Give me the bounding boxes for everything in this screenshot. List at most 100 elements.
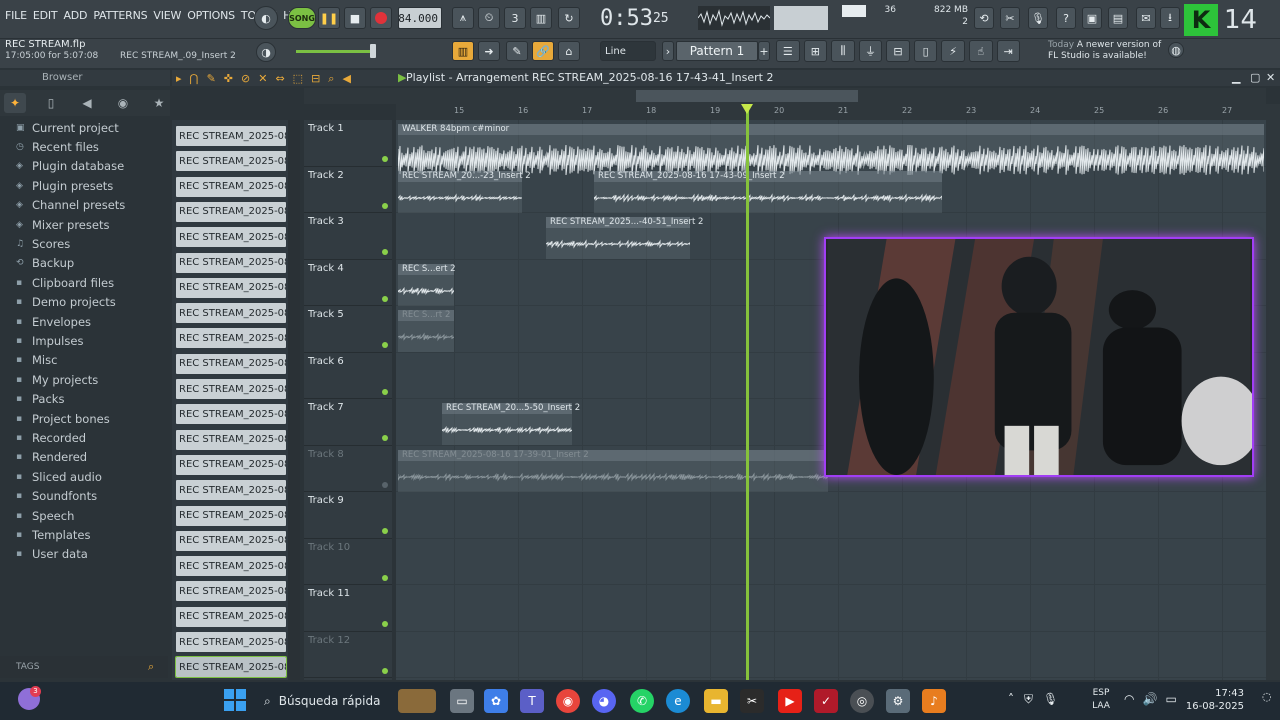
tree-app-icon[interactable] xyxy=(398,689,436,713)
track-header[interactable]: Track 9 xyxy=(304,492,392,539)
channel-clip-item[interactable]: REC STREAM_2025-08-16... xyxy=(176,353,286,374)
fl-studio-taskbar-icon[interactable]: ♪ xyxy=(922,689,946,713)
chat-button[interactable]: ✉ xyxy=(1136,7,1156,29)
channel-clip-item[interactable]: REC STREAM_2025-08-16... xyxy=(176,176,286,197)
track-name[interactable]: Track 3 xyxy=(308,216,344,227)
discord-icon[interactable]: ◕ xyxy=(592,689,616,713)
track-mute-led[interactable] xyxy=(382,249,388,255)
track-mute-led[interactable] xyxy=(382,202,388,209)
add-pattern-button[interactable]: + xyxy=(758,41,770,61)
channel-clip-item[interactable]: REC STREAM_2025-08-16... xyxy=(176,606,286,627)
music-app-icon[interactable]: ✓ xyxy=(814,689,838,713)
online-status-icon[interactable]: ◍ xyxy=(1168,42,1184,58)
browser-tab-plugins[interactable]: ◉ xyxy=(112,93,134,113)
channel-clip-item[interactable]: REC STREAM_2025-08-16... xyxy=(176,151,286,172)
master-volume-slider[interactable] xyxy=(296,50,376,53)
plugin-button[interactable]: ⚡ xyxy=(941,40,965,62)
download-button[interactable]: ⭳ xyxy=(1160,7,1180,29)
browser-tags[interactable]: TAGS xyxy=(0,656,168,678)
battery-icon[interactable]: ▭ xyxy=(1165,692,1176,710)
maximize-icon[interactable]: ▢ xyxy=(1250,70,1260,86)
volume-icon[interactable]: 🔊 xyxy=(1142,692,1157,710)
countdown-button[interactable]: 3 xyxy=(504,7,526,29)
track-mute-led[interactable] xyxy=(382,388,388,395)
track-mute-led[interactable] xyxy=(382,481,388,488)
mute-tool-icon[interactable]: ✕ xyxy=(258,72,267,86)
track-mute-led[interactable] xyxy=(382,435,388,441)
track-lane[interactable] xyxy=(396,539,1266,585)
browser-item-misc[interactable]: ▪ Misc xyxy=(0,351,168,370)
track-name[interactable]: Track 1 xyxy=(308,123,344,134)
youtube-icon[interactable]: ▶ xyxy=(778,689,802,713)
play-button[interactable]: ❚❚ xyxy=(318,7,340,29)
menu-item-view[interactable]: VIEW xyxy=(150,9,184,22)
stamp-button[interactable]: ⌂ xyxy=(558,41,580,61)
track-name[interactable]: Track 12 xyxy=(308,635,350,646)
browser-tab-audio[interactable]: ◀ xyxy=(76,93,98,113)
channel-clip-item[interactable]: REC STREAM_2025-08-16... xyxy=(176,429,286,450)
chrome-icon[interactable]: ◉ xyxy=(556,689,580,713)
channel-clip-item[interactable]: REC STREAM_2025-08-16... xyxy=(176,632,286,652)
track-mute-led[interactable] xyxy=(382,621,388,627)
browser-item-plugin-database[interactable]: ◈ Plugin database xyxy=(0,157,168,176)
pattern-song-toggle[interactable]: SONG xyxy=(288,7,316,29)
audio-clip[interactable]: REC S...rt 2 xyxy=(398,310,454,352)
snap-mode-select[interactable]: Line xyxy=(600,41,656,61)
track-name[interactable]: Track 10 xyxy=(308,542,350,553)
playlist-vertical-scrollbar[interactable] xyxy=(1266,104,1280,680)
channel-rack-button[interactable]: ⊞ xyxy=(803,40,828,62)
teams-icon[interactable]: T xyxy=(520,689,544,713)
channel-clip-item[interactable]: REC STREAM_2025-08-16... xyxy=(176,581,286,602)
browser-item-project-bones[interactable]: ▪ Project bones xyxy=(0,409,168,428)
record-button[interactable] xyxy=(370,7,392,29)
start-button[interactable] xyxy=(224,689,246,711)
channel-clip-item[interactable]: REC STREAM_2025-08-16... xyxy=(176,454,286,475)
slip-tool-icon[interactable]: ⇔ xyxy=(275,72,284,86)
browser-item-templates[interactable]: ▪ Templates xyxy=(0,525,168,544)
browser-item-current-project[interactable]: ▣ Current project xyxy=(0,118,168,137)
track-name[interactable]: Track 11 xyxy=(308,588,350,599)
channel-clip-item[interactable]: REC STREAM_2025-08-16... xyxy=(176,480,286,501)
tempo-display[interactable]: 84.000 xyxy=(398,7,442,29)
shield-icon[interactable]: ⛨ xyxy=(1024,692,1033,710)
settings-icon[interactable]: ⚙ xyxy=(886,689,910,713)
touch-button[interactable]: ☝ xyxy=(968,40,993,62)
track-lane[interactable] xyxy=(396,585,1266,632)
channel-clip-item[interactable]: REC STREAM_2025-08-16... xyxy=(176,379,286,399)
master-pitch-knob[interactable]: ◑ xyxy=(256,42,276,62)
channel-clip-item[interactable]: REC STREAM_2025-08-16... xyxy=(176,530,286,551)
paint-tool-icon[interactable]: ✜ xyxy=(224,72,233,86)
track-header[interactable]: Track 3 xyxy=(304,213,392,260)
save-button[interactable]: ▣ xyxy=(1082,7,1102,29)
wait-input-button[interactable]: ⏲ xyxy=(478,7,500,29)
track-header[interactable]: Track 12 xyxy=(304,632,392,678)
track-header[interactable]: Track 11 xyxy=(304,585,392,632)
audio-clip[interactable]: REC STREAM_2025-08-16 17-39-01_Insert 2 xyxy=(398,449,828,492)
mixer-button[interactable]: ▤ xyxy=(1108,7,1128,29)
playlist-button[interactable]: ▥ xyxy=(452,41,474,61)
browser-item-my-projects[interactable]: ▪ My projects xyxy=(0,370,168,389)
audio-clip[interactable]: REC STREAM_2025-08-16 17-43-09_Insert 2 xyxy=(594,170,942,213)
track-header[interactable]: Track 8 xyxy=(304,446,392,492)
track-lane[interactable] xyxy=(396,492,1266,539)
notifications-icon[interactable]: ◌ xyxy=(1262,690,1274,710)
playlist-overview-thumb[interactable] xyxy=(636,90,858,102)
channel-clip-item[interactable]: REC STREAM_2025-08-16... xyxy=(176,303,286,324)
track-mute-led[interactable] xyxy=(382,574,388,581)
zoom-tool-icon[interactable]: ⌕ xyxy=(328,72,334,86)
browser-item-rendered[interactable]: ▪ Rendered xyxy=(0,448,168,467)
master-volume-handle[interactable] xyxy=(370,44,376,58)
channel-clip-item[interactable]: REC STREAM_2025-08-16... xyxy=(176,505,286,526)
browser-item-soundfonts[interactable]: ▪ Soundfonts xyxy=(0,486,168,505)
folder-icon[interactable]: ▬ xyxy=(704,689,728,713)
audio-clip[interactable]: REC STREAM_20...5-50_Insert 2 xyxy=(442,403,580,445)
help-button[interactable]: ? xyxy=(1056,7,1076,29)
audio-clip[interactable]: REC S...ert 2 xyxy=(398,263,456,306)
step-edit-button[interactable]: ▥ xyxy=(530,7,552,29)
browser-tab-files[interactable]: ▯ xyxy=(40,93,62,113)
wifi-icon[interactable]: ◠ xyxy=(1124,692,1134,710)
playlist-arrangement[interactable]: REC STREAM_2025-08-16 17-43-41_Insert 2 xyxy=(532,70,773,86)
browser-item-mixer-presets[interactable]: ◈ Mixer presets xyxy=(0,215,168,234)
track-name[interactable]: Track 9 xyxy=(308,495,344,506)
language-indicator[interactable]: ESP LAA xyxy=(1090,687,1112,713)
